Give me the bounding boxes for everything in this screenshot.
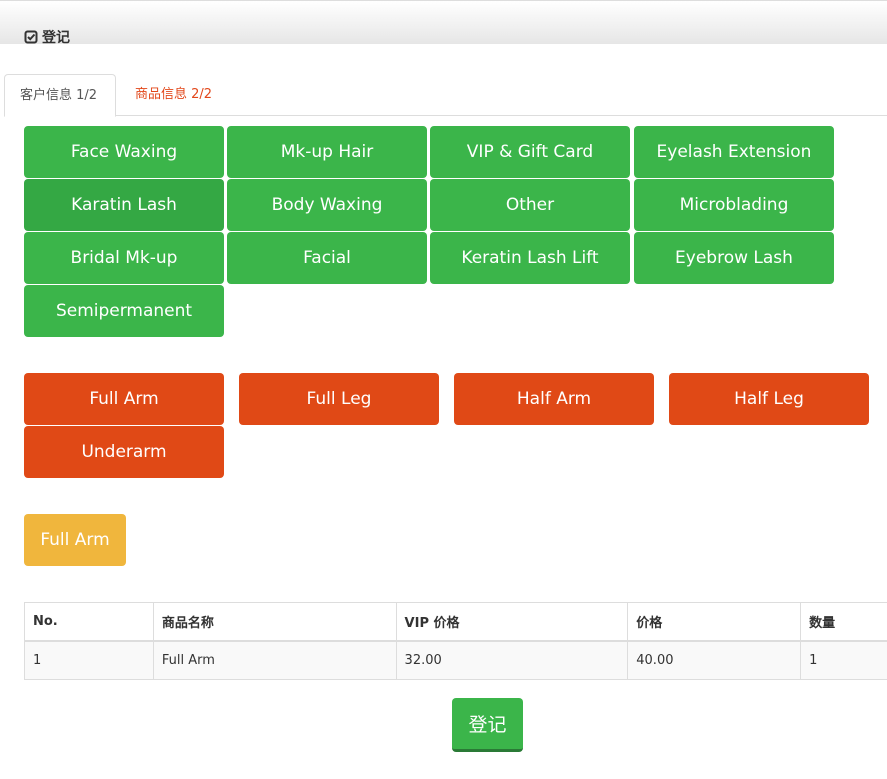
column-header-vip-price: VIP 价格 xyxy=(395,602,629,642)
column-header-product-name: 商品名称 xyxy=(152,602,397,642)
product-button-half-arm[interactable]: Half Arm xyxy=(454,373,654,425)
category-button-vip-gift-card[interactable]: VIP & Gift Card xyxy=(430,126,630,178)
category-button-eyelash-extension[interactable]: Eyelash Extension xyxy=(634,126,834,178)
table-row[interactable]: 1 Full Arm 32.00 40.00 1 xyxy=(24,640,887,680)
cell-product-name: Full Arm xyxy=(152,640,397,680)
product-button-full-arm[interactable]: Full Arm xyxy=(24,373,224,425)
tab-customer-info[interactable]: 客户信息 1/2 xyxy=(4,74,116,117)
column-header-no: No. xyxy=(24,602,154,642)
category-button-karatin-lash[interactable]: Karatin Lash xyxy=(24,179,224,231)
product-button-full-leg[interactable]: Full Leg xyxy=(239,373,439,425)
check-square-icon xyxy=(24,30,38,44)
category-button-bridal-mk-up[interactable]: Bridal Mk-up xyxy=(24,232,224,284)
tab-product-info[interactable]: 商品信息 2/2 xyxy=(120,74,227,116)
cell-price: 40.00 xyxy=(627,640,802,680)
table-header-row: No. 商品名称 VIP 价格 价格 数量 xyxy=(24,602,887,642)
panel-title: 登记 xyxy=(24,27,70,47)
product-button-underarm[interactable]: Underarm xyxy=(24,426,224,478)
column-header-price: 价格 xyxy=(627,602,802,642)
category-button-mk-up-hair[interactable]: Mk-up Hair xyxy=(227,126,427,178)
cell-vip-price: 32.00 xyxy=(395,640,629,680)
category-button-facial[interactable]: Facial xyxy=(227,232,427,284)
selected-item-full-arm[interactable]: Full Arm xyxy=(24,514,126,566)
items-table: No. 商品名称 VIP 价格 价格 数量 1 Full Arm 32.00 4… xyxy=(24,602,887,680)
category-button-other[interactable]: Other xyxy=(430,179,630,231)
panel-header: 登记 xyxy=(0,0,887,47)
category-button-face-waxing[interactable]: Face Waxing xyxy=(24,126,224,178)
category-button-semipermanent[interactable]: Semipermanent xyxy=(24,285,224,337)
cell-quantity: 1 xyxy=(800,640,887,680)
cell-no: 1 xyxy=(24,640,154,680)
product-button-half-leg[interactable]: Half Leg xyxy=(669,373,869,425)
submit-button[interactable]: 登记 xyxy=(452,698,523,752)
column-header-quantity: 数量 xyxy=(800,602,887,642)
category-button-eyebrow-lash[interactable]: Eyebrow Lash xyxy=(634,232,834,284)
panel-title-text: 登记 xyxy=(42,30,70,46)
category-button-body-waxing[interactable]: Body Waxing xyxy=(227,179,427,231)
category-button-microblading[interactable]: Microblading xyxy=(634,179,834,231)
tab-bar: 客户信息 1/2 商品信息 2/2 xyxy=(4,74,887,117)
category-button-keratin-lash-lift[interactable]: Keratin Lash Lift xyxy=(430,232,630,284)
